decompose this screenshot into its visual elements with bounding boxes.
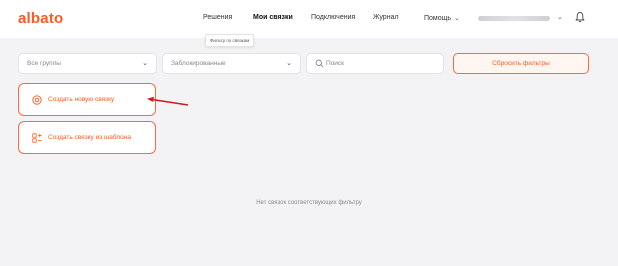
chevron-down-icon: ⌄ bbox=[286, 60, 292, 67]
nav-tooltip: Фильтр по связкам bbox=[205, 34, 255, 47]
chevron-down-icon: ⌄ bbox=[142, 60, 148, 67]
annotation-arrow bbox=[147, 96, 189, 106]
groups-select-value: Все группы bbox=[27, 60, 61, 67]
status-select-value: Заблокированные bbox=[171, 60, 226, 67]
user-account-menu[interactable] bbox=[478, 16, 550, 21]
groups-select[interactable]: Все группы ⌄ bbox=[18, 53, 157, 74]
search-icon bbox=[315, 59, 324, 68]
empty-state-message: Нет связок соответствующих фильтру bbox=[256, 200, 362, 206]
status-select[interactable]: Заблокированные ⌄ bbox=[162, 53, 301, 74]
template-icon bbox=[32, 133, 42, 143]
nav-connections[interactable]: Подключения bbox=[311, 14, 355, 21]
nav-help[interactable]: Помощь ⌄ bbox=[424, 14, 460, 22]
create-new-bundle-label: Создать новую связку bbox=[48, 96, 115, 103]
nav-journal[interactable]: Журнал bbox=[373, 14, 399, 21]
search-input[interactable]: Поиск bbox=[306, 53, 444, 74]
nav-solutions[interactable]: Решения bbox=[203, 14, 232, 21]
create-new-bundle-button[interactable]: Создать новую связку bbox=[18, 83, 156, 116]
bell-icon[interactable] bbox=[575, 11, 585, 23]
reset-filters-button[interactable]: Сбросить фильтры bbox=[453, 53, 589, 74]
albato-logo[interactable]: albato bbox=[18, 10, 63, 27]
create-from-template-button[interactable]: Создать связку из шаблона bbox=[18, 121, 156, 154]
plus-circle-icon bbox=[32, 95, 42, 105]
create-from-template-label: Создать связку из шаблона bbox=[48, 134, 131, 141]
nav-help-label: Помощь bbox=[424, 15, 452, 22]
search-placeholder: Поиск bbox=[326, 60, 345, 67]
chevron-down-icon: ⌄ bbox=[454, 15, 460, 22]
top-header: albato Решения Мои связки Подключения Жу… bbox=[0, 0, 618, 38]
nav-my-bundles[interactable]: Мои связки bbox=[253, 14, 293, 21]
chevron-down-icon[interactable]: ⌄ bbox=[557, 13, 563, 21]
